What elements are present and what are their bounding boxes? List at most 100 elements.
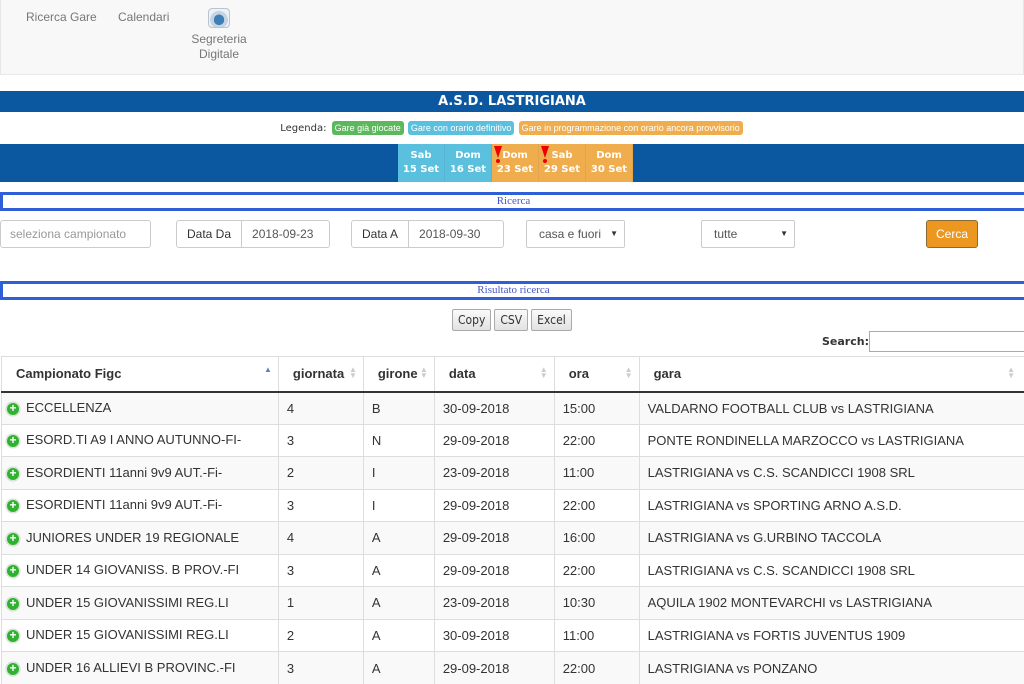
cell-girone-text: I	[372, 498, 376, 513]
cell-giornata-text: 3	[287, 661, 294, 676]
legend-label: Legenda:	[280, 123, 326, 134]
col-header-data[interactable]: data▲▼	[434, 357, 554, 392]
cell-girone: I	[363, 489, 434, 522]
search-button[interactable]: Cerca	[926, 220, 978, 248]
data-a-input[interactable]: 2018-09-30	[409, 220, 504, 248]
day-tab[interactable]: Dom16 Set	[445, 144, 492, 182]
cell-giornata: 3	[278, 652, 363, 684]
cell-girone-text: B	[372, 401, 381, 416]
cell-ora-text: 15:00	[563, 401, 596, 416]
data-a-label: Data A	[351, 220, 409, 248]
cell-campionato-text: UNDER 16 ALLIEVI B PROVINC.-FI	[26, 660, 236, 675]
table-row[interactable]: + JUNIORES UNDER 19 REGIONALE 4A 29-09-2018…	[2, 522, 1024, 555]
dropdown-arrow-icon: ▼	[780, 221, 788, 247]
cell-data-text: 29-09-2018	[443, 530, 510, 545]
cell-campionato: + JUNIORES UNDER 19 REGIONALE	[2, 522, 279, 555]
cell-ora: 15:00	[554, 392, 639, 425]
table-row[interactable]: +ESORDIENTI 11anni 9v9 AUT.-Fi-3I29-09-2…	[2, 489, 1024, 522]
cell-girone-text: I	[372, 465, 376, 480]
day-tab[interactable]: Dom23 Set	[492, 144, 539, 182]
cell-data-text: 30-09-2018	[443, 628, 510, 643]
table-row[interactable]: +ECCELLENZA4B30-09-201815:00VALDARNO FOO…	[2, 392, 1024, 425]
day-tab[interactable]: Sab15 Set	[398, 144, 445, 182]
cell-data-text: 30-09-2018	[443, 401, 510, 416]
cell-gara: LASTRIGIANA vs PONZANO	[639, 652, 1024, 684]
club-title: A.S.D. LASTRIGIANA	[0, 91, 1024, 112]
legend-badge-definitive: Gare con orario definitivo	[408, 121, 515, 135]
type-select-value: tutte	[714, 227, 737, 241]
cell-ora: 16:00	[554, 522, 639, 555]
table-row[interactable]: +ESORD.TI A9 I ANNO AUTUNNO-FI-3N29-09-2…	[2, 424, 1024, 457]
sort-both-icon: ▲▼	[349, 367, 357, 379]
nav-segreteria-digitale[interactable]: Segreteria Digitale	[187, 8, 251, 62]
table-search-label: Search:	[822, 335, 869, 348]
expand-row-plus-icon[interactable]: +	[6, 467, 20, 481]
day-tab[interactable]: Sab29 Set	[539, 144, 586, 182]
col-header-campionato[interactable]: Campionato Figc▲	[2, 357, 279, 392]
expand-row-plus-icon[interactable]: +	[6, 564, 20, 578]
location-select-value: casa e fuori	[539, 227, 601, 241]
cell-campionato-text: ECCELLENZA	[26, 400, 111, 415]
nav-calendari[interactable]: Calendari	[118, 10, 169, 24]
cell-campionato-text: JUNIORES UNDER 19 REGIONALE	[26, 530, 239, 545]
search-section-header: Ricerca	[0, 192, 1024, 211]
col-header-giornata[interactable]: giornata▲▼	[278, 357, 363, 392]
table-row[interactable]: +UNDER 15 GIOVANISSIMI REG.LI2A30-09-201…	[2, 619, 1024, 652]
expand-row-plus-icon[interactable]: +	[6, 532, 20, 546]
expand-row-plus-icon[interactable]: +	[6, 434, 20, 448]
table-row[interactable]: +UNDER 16 ALLIEVI B PROVINC.-FI3A29-09-2…	[2, 652, 1024, 684]
results-section-header: Risultato ricerca	[0, 281, 1024, 300]
col-header-girone[interactable]: girone▲▼	[363, 357, 434, 392]
expand-row-plus-icon[interactable]: +	[6, 662, 20, 676]
col-header-ora[interactable]: ora▲▼	[554, 357, 639, 392]
cell-giornata-text: 2	[287, 628, 294, 643]
results-table: Campionato Figc▲ giornata▲▼ girone▲▼ dat…	[1, 356, 1024, 684]
sort-both-icon: ▲▼	[420, 367, 428, 379]
cell-data: 30-09-2018	[434, 392, 554, 425]
expand-row-plus-icon[interactable]: +	[6, 402, 20, 416]
table-row[interactable]: +UNDER 14 GIOVANISS. B PROV.-FI3A29-09-2…	[2, 554, 1024, 587]
campionato-select-input[interactable]: seleziona campionato	[0, 220, 151, 248]
day-tab-date: 23 Set	[492, 163, 538, 177]
csv-button[interactable]: CSV	[494, 309, 528, 331]
table-row[interactable]: +ESORDIENTI 11anni 9v9 AUT.-Fi-2I23-09-2…	[2, 457, 1024, 490]
cell-gara-text: LASTRIGIANA vs C.S. SCANDICCI 1908 SRL	[648, 465, 915, 480]
cell-gara: PONTE RONDINELLA MARZOCCO vs LASTRIGIANA	[639, 424, 1024, 457]
expand-row-plus-icon[interactable]: +	[6, 499, 20, 513]
cell-data: 29-09-2018	[434, 424, 554, 457]
col-header-label: girone	[378, 366, 418, 381]
copy-button[interactable]: Copy	[452, 309, 491, 331]
excel-button[interactable]: Excel	[531, 309, 572, 331]
cell-giornata-text: 3	[287, 498, 294, 513]
expand-row-plus-icon[interactable]: +	[6, 629, 20, 643]
type-select[interactable]: tutte ▼	[701, 220, 795, 248]
table-row[interactable]: + UNDER 15 GIOVANISSIMI REG.LI 1 A 23-09-201…	[2, 587, 1024, 620]
day-tab-weekday: Dom	[586, 149, 632, 163]
cell-gara: LASTRIGIANA vs C.S. SCANDICCI 1908 SRL	[639, 457, 1024, 490]
data-da-input[interactable]: 2018-09-23	[242, 220, 330, 248]
warning-icon	[494, 146, 502, 158]
cell-data-text: 23-09-2018	[443, 595, 510, 610]
nav-ricerca-gare[interactable]: Ricerca Gare	[26, 10, 97, 24]
legend-badge-played: Gare già giocate	[332, 121, 404, 135]
cell-girone-text: A	[372, 595, 381, 610]
cell-girone: A	[363, 522, 434, 555]
location-select[interactable]: casa e fuori ▼	[526, 220, 625, 248]
day-tab-weekday: Dom	[445, 149, 491, 163]
table-search-input[interactable]	[869, 331, 1024, 352]
legend: Legenda: Gare già giocate Gare con orari…	[0, 121, 1024, 135]
cell-giornata: 4	[278, 522, 363, 555]
cell-data: 29-09-2018	[434, 522, 554, 555]
cell-campionato-text: UNDER 15 GIOVANISSIMI REG.LI	[26, 595, 229, 610]
legend-badge-provisional: Gare in programmazione con orario ancora…	[519, 121, 743, 135]
cell-giornata-text: 1	[287, 595, 294, 610]
cell-giornata-text: 3	[287, 433, 294, 448]
cell-ora: 22:00	[554, 424, 639, 457]
expand-row-plus-icon[interactable]: +	[6, 597, 20, 611]
cell-giornata: 3	[278, 489, 363, 522]
data-da-label: Data Da	[176, 220, 242, 248]
col-header-gara[interactable]: gara▲▼	[639, 357, 1024, 392]
cell-gara: LASTRIGIANA vs SPORTING ARNO A.S.D.	[639, 489, 1024, 522]
day-tab[interactable]: Dom30 Set	[586, 144, 633, 182]
cell-gara: LASTRIGIANA vs FORTIS JUVENTUS 1909	[639, 619, 1024, 652]
